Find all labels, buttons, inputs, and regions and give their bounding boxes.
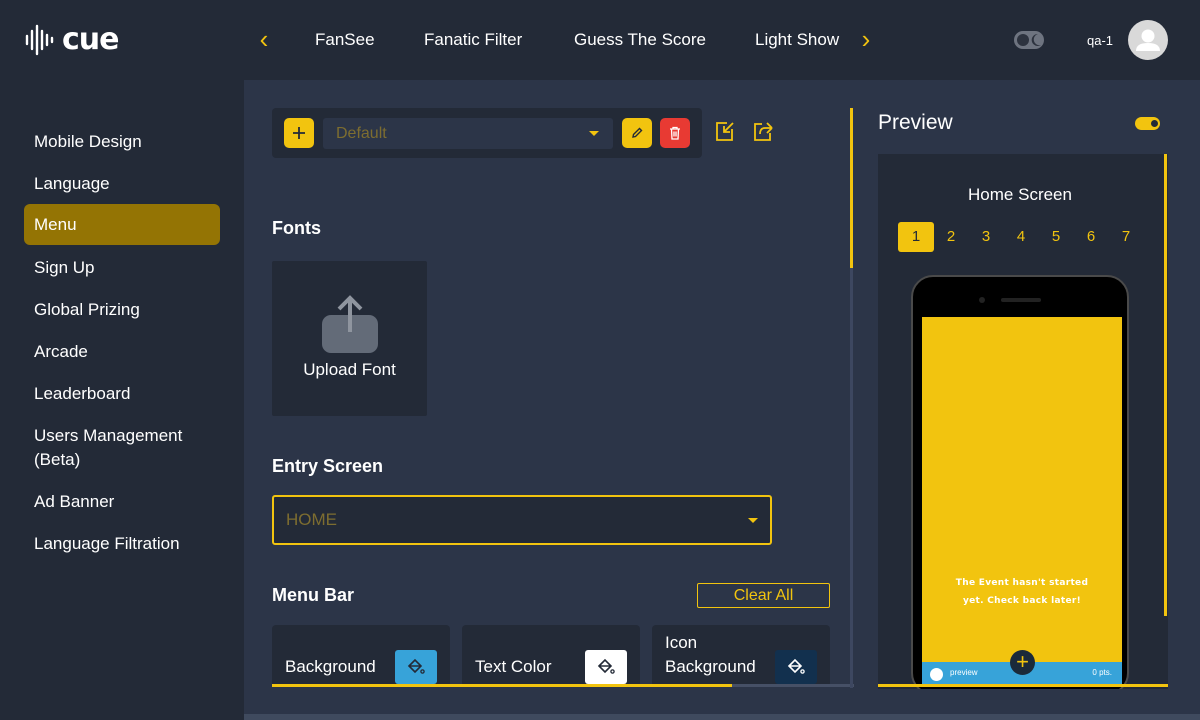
caret-down-icon	[589, 131, 599, 136]
event-message: The Event hasn't started yet. Check back…	[955, 578, 1089, 606]
edit-profile-button[interactable]	[622, 118, 652, 148]
plus-icon[interactable]: +	[1010, 650, 1035, 675]
add-profile-button[interactable]	[284, 118, 314, 148]
entry-screen-select[interactable]: HOME	[272, 495, 772, 545]
vertical-scrollbar[interactable]	[850, 108, 853, 268]
delete-profile-button[interactable]	[660, 118, 690, 148]
sidebar-item-sign-up[interactable]: Sign Up	[24, 256, 220, 280]
moon-icon	[1031, 33, 1041, 46]
background-color-swatch[interactable]	[395, 650, 437, 684]
sidebar-item-leaderboard[interactable]: Leaderboard	[24, 382, 220, 406]
top-bar: cue ‹ FanSee Fanatic Filter Guess The Sc…	[0, 0, 1200, 80]
sidebar-item-global-prizing[interactable]: Global Prizing	[24, 298, 220, 322]
username: qa-1	[1087, 33, 1114, 48]
phone-screen: The Event hasn't started yet. Check back…	[922, 317, 1122, 687]
sidebar-item-mobile-design[interactable]: Mobile Design	[24, 130, 220, 154]
user-icon	[1136, 29, 1160, 51]
chevron-right-icon[interactable]: ›	[856, 26, 876, 52]
preview-title: Preview	[878, 111, 953, 134]
icon-background-color-card: Icon Background	[652, 625, 830, 687]
text-color-swatch[interactable]	[585, 650, 627, 684]
horizontal-scrollbar[interactable]	[272, 684, 732, 687]
color-label: Icon Background	[665, 633, 756, 676]
preview-horizontal-scrollbar[interactable]	[878, 684, 1168, 687]
background-color-card: Background	[272, 625, 450, 687]
phone-camera	[979, 297, 985, 303]
bottom-scrollbar	[244, 714, 1200, 720]
page-1[interactable]: 1	[898, 222, 934, 252]
sidebar-item-arcade[interactable]: Arcade	[24, 340, 220, 364]
footer-points: 0 pts.	[1092, 668, 1112, 677]
entry-screen-title: Entry Screen	[272, 456, 384, 476]
pencil-icon	[632, 127, 643, 138]
icon-background-color-swatch[interactable]	[775, 650, 817, 684]
export-icon[interactable]	[751, 120, 775, 144]
screen-title: Home Screen	[968, 185, 1072, 204]
preview-toggle[interactable]	[1135, 117, 1160, 130]
color-label: Background	[285, 657, 376, 676]
page-6[interactable]: 6	[1073, 222, 1109, 252]
trash-icon	[670, 126, 680, 140]
plus-icon	[293, 127, 305, 139]
toggle-knob	[1151, 120, 1158, 127]
phone-mockup: The Event hasn't started yet. Check back…	[911, 275, 1129, 689]
upload-icon	[322, 295, 378, 353]
chevron-left-icon[interactable]: ‹	[254, 26, 274, 52]
sidebar: Mobile Design Language Menu Sign Up Glob…	[0, 80, 244, 720]
sound-wave-icon	[25, 24, 54, 55]
clear-all-button[interactable]: Clear All	[697, 583, 830, 608]
tab-fansee[interactable]: FanSee	[315, 30, 375, 50]
phone-speaker	[1001, 298, 1041, 302]
page-2[interactable]: 2	[933, 222, 969, 252]
tab-fanatic-filter[interactable]: Fanatic Filter	[424, 30, 522, 50]
sidebar-item-language-filtration[interactable]: Language Filtration	[24, 532, 220, 556]
text-color-card: Text Color	[462, 625, 640, 687]
page-3[interactable]: 3	[968, 222, 1004, 252]
upload-font-label: Upload Font	[303, 360, 396, 379]
paint-bucket-icon	[597, 658, 615, 674]
page-4[interactable]: 4	[1003, 222, 1039, 252]
upload-font-card[interactable]: Upload Font	[272, 261, 427, 416]
profile-dot-icon	[930, 668, 943, 681]
tab-light-show[interactable]: Light Show	[755, 30, 839, 50]
sidebar-item-language[interactable]: Language	[24, 172, 220, 196]
cue-logo[interactable]: cue	[24, 22, 119, 57]
theme-toggle[interactable]	[1014, 31, 1044, 49]
fonts-title: Fonts	[272, 218, 321, 238]
logo-text: cue	[62, 22, 119, 57]
menu-bar-title: Menu Bar	[272, 585, 355, 605]
paint-bucket-icon	[787, 658, 805, 674]
page-7[interactable]: 7	[1108, 222, 1144, 252]
preview-panel: Home Screen 1 2 3 4 5 6 7 The Event hasn…	[878, 154, 1168, 689]
sidebar-item-menu[interactable]: Menu	[24, 204, 220, 245]
import-icon[interactable]	[713, 120, 737, 144]
sidebar-item-ad-banner[interactable]: Ad Banner	[24, 490, 220, 514]
preview-vertical-scrollbar[interactable]	[1164, 154, 1167, 616]
sidebar-item-users-management[interactable]: Users Management (Beta)	[24, 424, 214, 472]
profile-select[interactable]: Default	[323, 118, 613, 149]
caret-down-icon	[748, 518, 758, 523]
page-5[interactable]: 5	[1038, 222, 1074, 252]
profile-bar: Default	[272, 108, 702, 158]
avatar[interactable]	[1128, 20, 1168, 60]
footer-name: preview	[950, 668, 978, 677]
main-content: Default Fonts Upload Font Entry Screen H…	[244, 80, 1200, 720]
paint-bucket-icon	[407, 658, 425, 674]
tab-guess-the-score[interactable]: Guess The Score	[574, 30, 706, 50]
color-label: Text Color	[475, 657, 552, 676]
toggle-knob	[1017, 34, 1029, 46]
